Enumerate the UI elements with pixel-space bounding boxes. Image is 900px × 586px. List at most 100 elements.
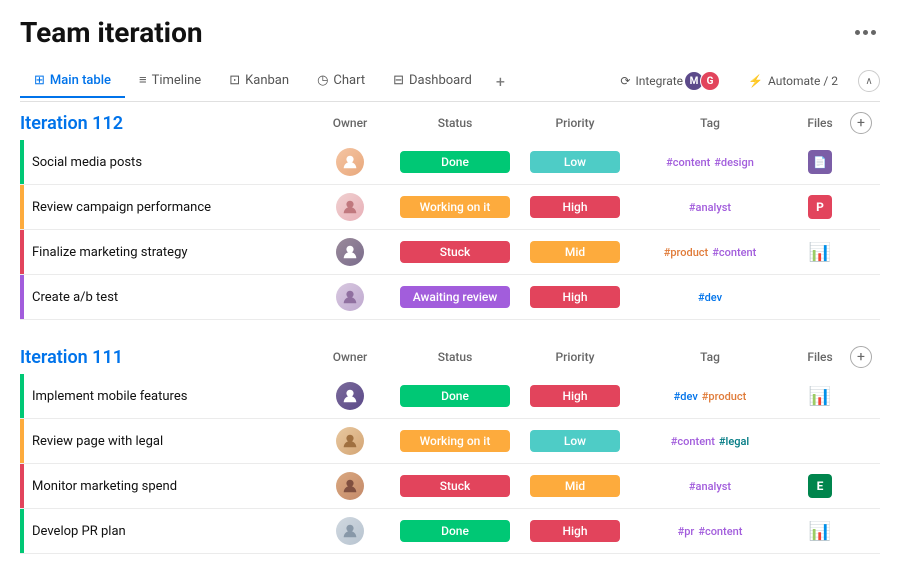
task-name[interactable]: Finalize marketing strategy	[24, 237, 310, 268]
status-cell[interactable]: Done	[390, 381, 520, 411]
priority-badge: High	[530, 520, 620, 542]
automate-button[interactable]: ⚡ Automate / 2	[740, 70, 846, 92]
file-emoji[interactable]: 📊	[809, 242, 831, 263]
priority-badge: High	[530, 196, 620, 218]
main-table-icon: ⊞	[34, 73, 45, 88]
status-cell[interactable]: Done	[390, 516, 520, 546]
priority-cell[interactable]: Low	[520, 147, 630, 177]
task-name[interactable]: Review campaign performance	[24, 192, 310, 223]
status-cell[interactable]: Stuck	[390, 471, 520, 501]
file-icon[interactable]: P	[808, 195, 832, 219]
owner-cell	[310, 148, 390, 176]
files-cell: 📄	[790, 150, 850, 174]
tag-chip[interactable]: #content	[666, 156, 710, 169]
table-row: Social media posts Done Low #content #de…	[20, 140, 880, 185]
priority-badge: Low	[530, 430, 620, 452]
status-cell[interactable]: Stuck	[390, 237, 520, 267]
tabs-bar: ⊞ Main table ≡ Timeline ⊡ Kanban ◷ Chart…	[20, 61, 880, 102]
table-row: Review campaign performance Working on i…	[20, 185, 880, 230]
files-cell: E	[790, 474, 850, 498]
tab-timeline[interactable]: ≡ Timeline	[125, 64, 215, 98]
table-row: Monitor marketing spend Stuck Mid #analy…	[20, 464, 880, 509]
priority-cell[interactable]: High	[520, 381, 630, 411]
files-cell: 📊	[790, 521, 850, 542]
tag-chip[interactable]: #analyst	[689, 201, 731, 214]
tag-chip[interactable]: #pr	[678, 525, 695, 538]
tag-cell: #dev #product	[630, 390, 790, 403]
owner-cell	[310, 382, 390, 410]
tag-chip[interactable]: #product	[664, 246, 709, 259]
files-cell: 📊	[790, 242, 850, 263]
owner-cell	[310, 193, 390, 221]
file-emoji[interactable]: 📊	[809, 521, 831, 542]
tag-chip[interactable]: #content	[671, 435, 715, 448]
task-name[interactable]: Social media posts	[24, 147, 310, 178]
owner-cell	[310, 427, 390, 455]
add-tab-button[interactable]: +	[486, 64, 515, 99]
status-badge: Stuck	[400, 241, 510, 263]
status-cell[interactable]: Done	[390, 147, 520, 177]
table-row: Implement mobile features Done High #dev…	[20, 374, 880, 419]
owner-avatar	[336, 517, 364, 545]
collapse-button[interactable]: ∧	[858, 70, 880, 92]
task-name[interactable]: Review page with legal	[24, 426, 310, 457]
status-cell[interactable]: Awaiting review	[390, 282, 520, 312]
tag-cell: #dev	[630, 291, 790, 304]
tag-chip[interactable]: #legal	[719, 435, 749, 448]
task-name[interactable]: Implement mobile features	[24, 381, 310, 412]
owner-avatar	[336, 283, 364, 311]
iteration-112-section: Iteration 112 Owner Status Priority Tag …	[20, 102, 880, 320]
tab-chart[interactable]: ◷ Chart	[303, 65, 379, 98]
tag-chip[interactable]: #dev	[698, 291, 722, 304]
owner-avatar	[336, 148, 364, 176]
tag-chip[interactable]: #product	[702, 390, 747, 403]
iteration-112-title: Iteration 112	[20, 113, 310, 134]
tag-chip[interactable]: #design	[714, 156, 754, 169]
tag-cell: #content #design	[630, 156, 790, 169]
more-button[interactable]	[851, 26, 880, 39]
owner-cell	[310, 238, 390, 266]
table-row: Finalize marketing strategy Stuck Mid #p…	[20, 230, 880, 275]
status-badge: Working on it	[400, 430, 510, 452]
priority-cell[interactable]: High	[520, 282, 630, 312]
integrate-button[interactable]: ⟳ Integrate M G	[612, 67, 728, 95]
tag-chip[interactable]: #analyst	[689, 480, 731, 493]
priority-badge: High	[530, 286, 620, 308]
tab-main-table[interactable]: ⊞ Main table	[20, 65, 125, 98]
status-cell[interactable]: Working on it	[390, 426, 520, 456]
priority-badge: High	[530, 385, 620, 407]
tag-cell: #pr #content	[630, 525, 790, 538]
status-badge: Done	[400, 520, 510, 542]
priority-cell[interactable]: High	[520, 192, 630, 222]
integrate-avatar-2: G	[700, 71, 720, 91]
add-column-button[interactable]: +	[850, 112, 872, 134]
priority-badge: Low	[530, 151, 620, 173]
file-emoji[interactable]: 📊	[809, 386, 831, 407]
kanban-icon: ⊡	[229, 73, 240, 88]
task-name[interactable]: Monitor marketing spend	[24, 471, 310, 502]
table-row: Review page with legal Working on it Low…	[20, 419, 880, 464]
content-area: Iteration 112 Owner Status Priority Tag …	[20, 102, 880, 554]
tag-chip[interactable]: #content	[698, 525, 742, 538]
tab-kanban[interactable]: ⊡ Kanban	[215, 65, 303, 98]
status-cell[interactable]: Working on it	[390, 192, 520, 222]
task-name[interactable]: Create a/b test	[24, 282, 310, 313]
chart-icon: ◷	[317, 73, 328, 88]
file-icon[interactable]: 📄	[808, 150, 832, 174]
files-cell: P	[790, 195, 850, 219]
tab-dashboard[interactable]: ⊟ Dashboard	[379, 65, 486, 98]
tag-chip[interactable]: #dev	[674, 390, 698, 403]
priority-cell[interactable]: Mid	[520, 471, 630, 501]
tag-cell: #analyst	[630, 480, 790, 493]
tag-chip[interactable]: #content	[712, 246, 756, 259]
priority-cell[interactable]: High	[520, 516, 630, 546]
dashboard-icon: ⊟	[393, 73, 404, 88]
owner-avatar	[336, 238, 364, 266]
file-icon[interactable]: E	[808, 474, 832, 498]
priority-cell[interactable]: Mid	[520, 237, 630, 267]
task-name[interactable]: Develop PR plan	[24, 516, 310, 547]
integrate-icon: ⟳	[620, 74, 630, 88]
add-column-button-2[interactable]: +	[850, 346, 872, 368]
priority-cell[interactable]: Low	[520, 426, 630, 456]
files-cell: 📊	[790, 386, 850, 407]
